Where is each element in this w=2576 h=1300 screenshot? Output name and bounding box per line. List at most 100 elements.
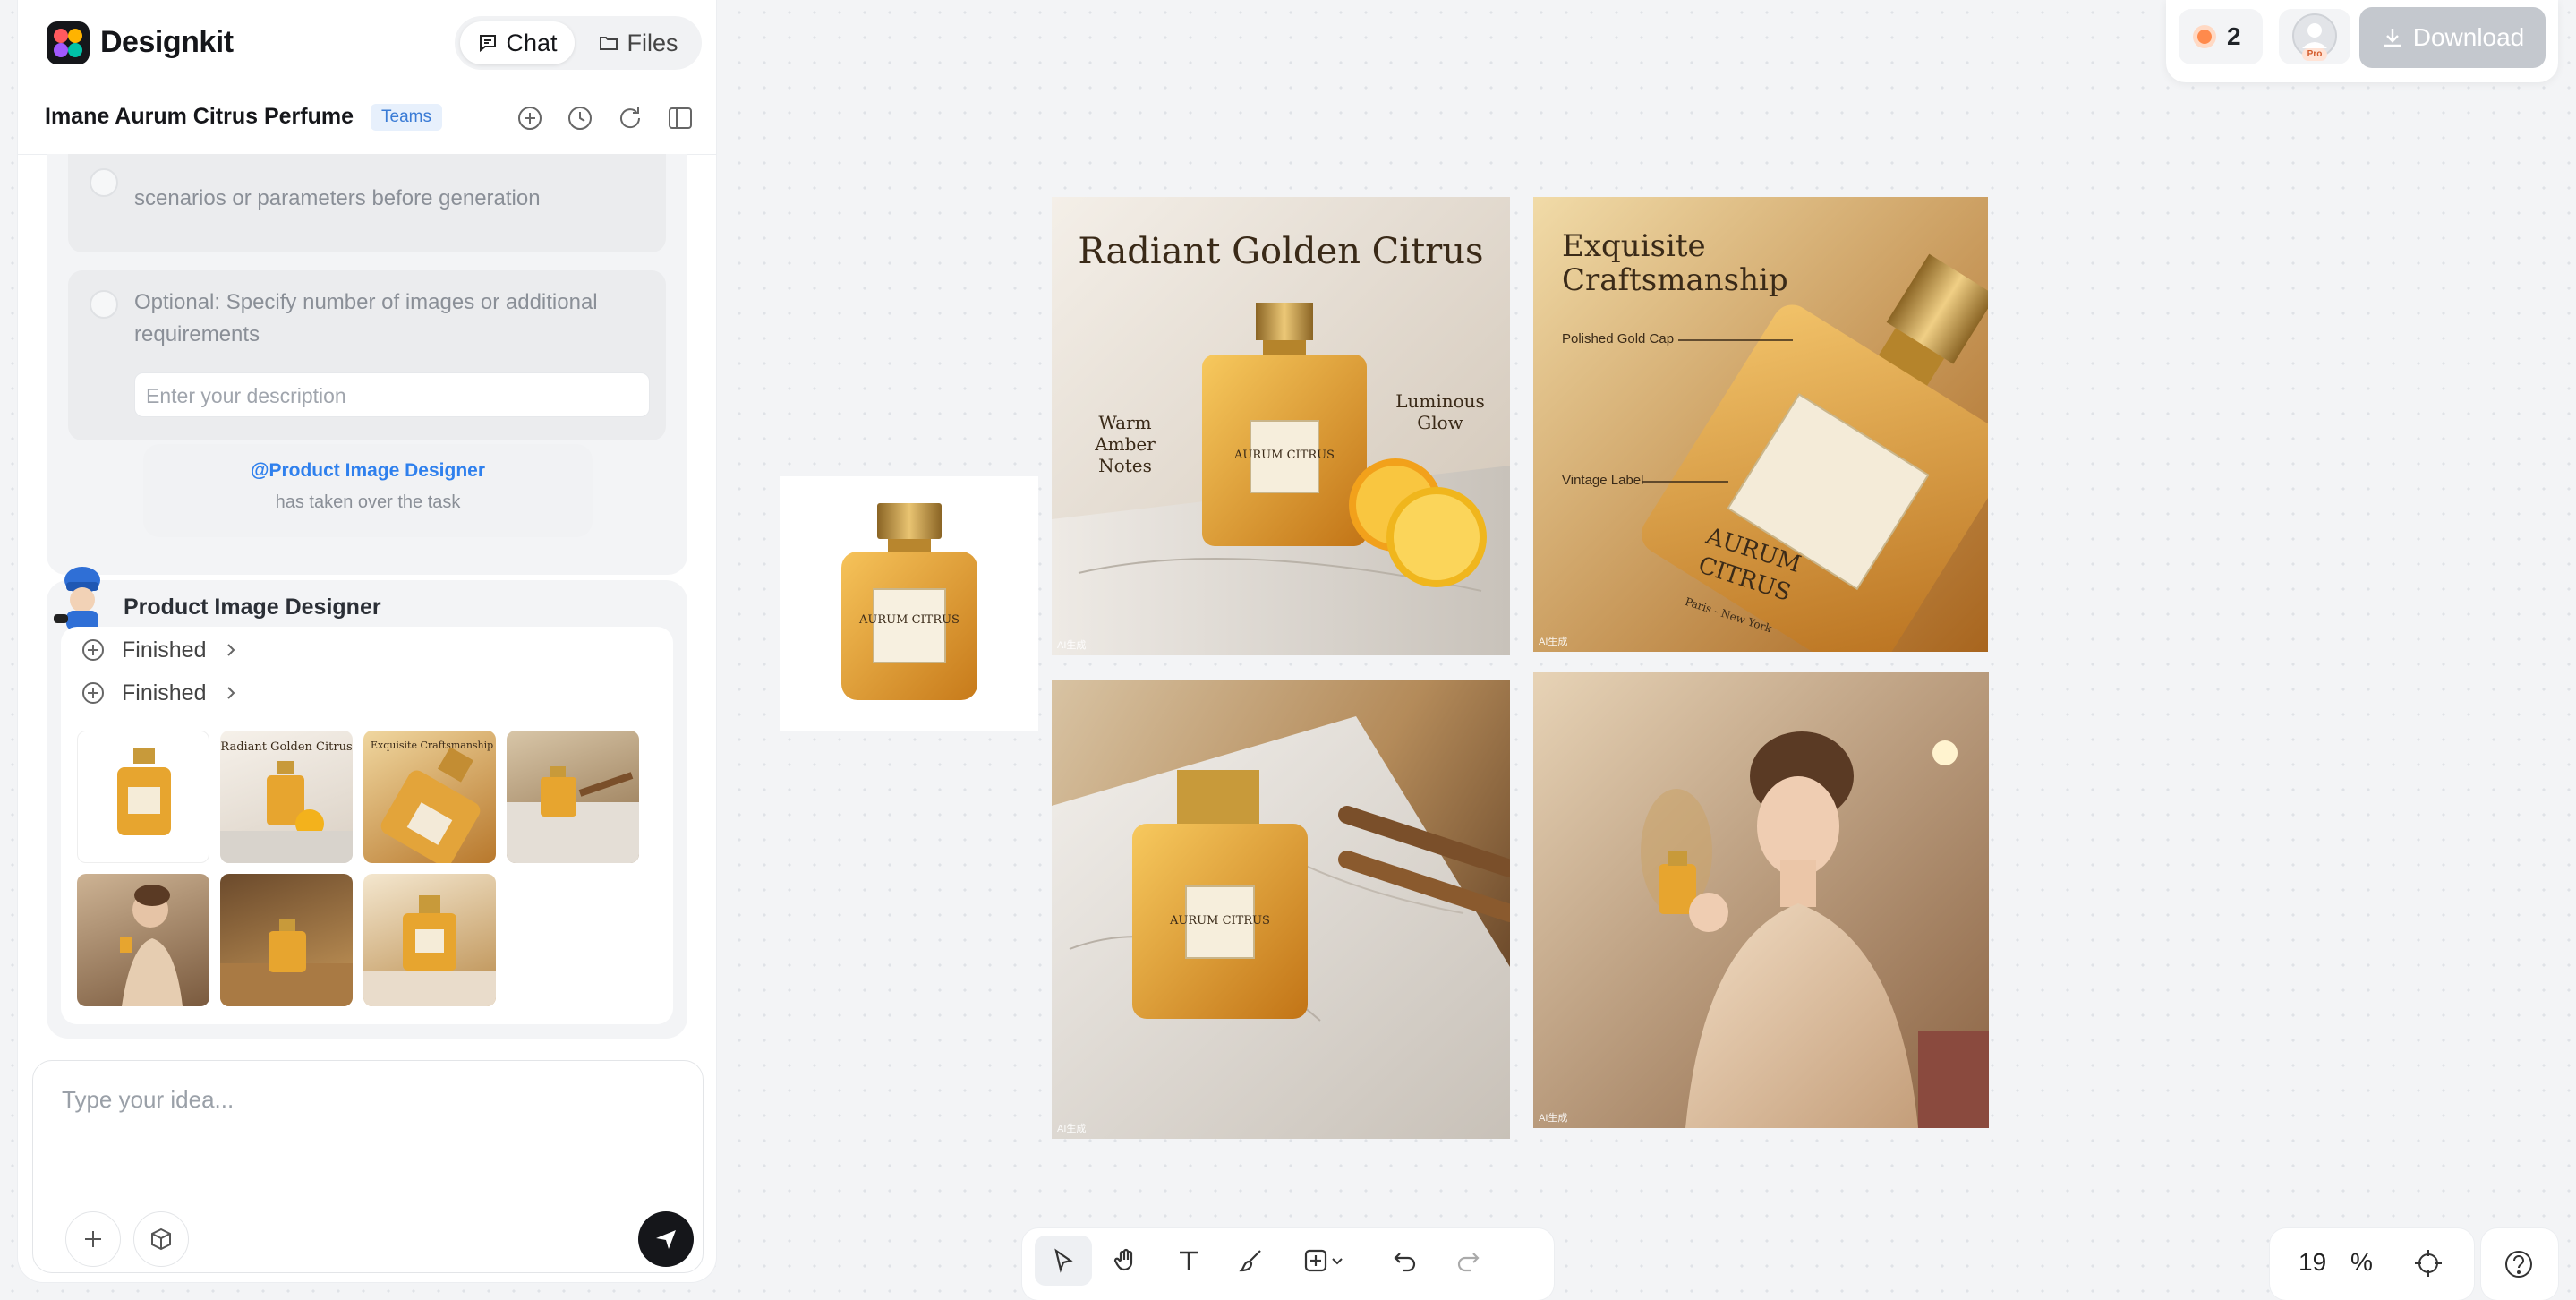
bottle-label-text: AURUM CITRUS	[1169, 914, 1270, 928]
chat-messages[interactable]: scenarios or parameters before generatio…	[18, 154, 716, 1053]
option-radio[interactable]	[90, 290, 118, 319]
collapse-panel-icon[interactable]	[664, 102, 696, 134]
image-annotation: Luminous Glow	[1395, 390, 1485, 433]
result-thumbnail[interactable]: Exquisite Craftsmanship	[363, 731, 496, 863]
option-text: Optional: Specify number of images or ad…	[134, 290, 598, 346]
chat-panel: Designkit Chat Files Imane Aurum Citrus …	[18, 0, 716, 1282]
source-product-image[interactable]: AURUM CITRUS	[780, 476, 1038, 731]
send-icon	[656, 1230, 676, 1249]
step-label: Finished	[122, 680, 207, 706]
agent-message: Product Image Designer Finished Finished	[47, 567, 687, 1039]
step-finished[interactable]: Finished	[81, 632, 239, 668]
project-title: Imane Aurum Citrus Perfume	[45, 104, 354, 129]
pan-tool[interactable]	[1097, 1236, 1155, 1286]
help-button[interactable]	[2481, 1228, 2558, 1300]
add-frame-icon	[1304, 1249, 1327, 1272]
agent-name: Product Image Designer	[124, 594, 381, 620]
generated-image-model[interactable]: AI生成	[1533, 672, 1989, 1128]
project-bar: Imane Aurum Citrus Perfume Teams	[18, 86, 716, 155]
takeover-notice: @Product Image Designer has taken over t…	[143, 444, 593, 537]
option-text: scenarios or parameters before generatio…	[134, 186, 541, 210]
bottle-label-text: AURUM CITRUS	[1233, 449, 1335, 462]
option-item-count[interactable]: Optional: Specify number of images or ad…	[68, 270, 666, 440]
chevron-right-icon	[226, 687, 235, 699]
panel-header: Designkit Chat Files	[18, 0, 716, 86]
pointer-icon	[1054, 1248, 1073, 1273]
step-status-icon	[82, 639, 104, 661]
plus-icon	[85, 1231, 101, 1247]
svg-text:Radiant Golden Citrus: Radiant Golden Citrus	[220, 740, 352, 754]
user-avatar-button[interactable]: Pro	[2279, 9, 2350, 64]
model-select-button[interactable]	[133, 1211, 189, 1267]
step-finished[interactable]: Finished	[81, 675, 239, 711]
result-thumbnail[interactable]	[363, 874, 496, 1006]
fit-to-screen-button[interactable]	[2413, 1248, 2444, 1283]
crosshair-icon	[2415, 1250, 2442, 1277]
text-icon	[1180, 1251, 1198, 1270]
cube-icon	[151, 1227, 171, 1251]
redo-button[interactable]	[1439, 1236, 1497, 1286]
step-status-icon	[82, 682, 104, 704]
insert-tool-menu[interactable]	[1285, 1236, 1361, 1286]
image-annotation: Warm Amber Notes	[1095, 412, 1156, 476]
credits-value: 2	[2227, 22, 2241, 50]
option-radio[interactable]	[90, 168, 118, 197]
generated-image-craftsmanship[interactable]: Exquisite Craftsmanship Polished Gold Ca…	[1533, 197, 1988, 652]
tab-files[interactable]: Files	[580, 21, 696, 64]
chevron-down-icon	[1332, 1258, 1343, 1265]
select-tool[interactable]	[1035, 1236, 1092, 1286]
chevron-right-icon	[226, 644, 235, 656]
credits-counter[interactable]: 2	[2179, 9, 2263, 64]
download-icon	[2384, 29, 2401, 47]
idea-input[interactable]: Type your idea...	[62, 1086, 234, 1114]
generated-image-marble[interactable]: AURUM CITRUS AI生成	[1052, 680, 1510, 1139]
undo-icon	[1394, 1253, 1416, 1272]
view-switcher: Chat Files	[455, 16, 702, 70]
chat-composer[interactable]: Type your idea...	[32, 1060, 704, 1273]
designkit-logo[interactable]	[47, 21, 90, 64]
tab-files-label: Files	[627, 29, 678, 56]
zoom-control: 19 %	[2270, 1228, 2474, 1300]
pro-badge: Pro	[2302, 48, 2327, 61]
text-tool[interactable]	[1160, 1236, 1217, 1286]
zoom-unit: %	[2350, 1248, 2373, 1276]
ai-watermark: AI生成	[1539, 1113, 1568, 1124]
generated-image-radiant-citrus[interactable]: AURUM CITRUS Radiant Golden Citrus Warm …	[1052, 197, 1510, 655]
send-button[interactable]	[638, 1211, 694, 1267]
callout-label: Vintage Label	[1562, 473, 1644, 488]
option-item[interactable]: scenarios or parameters before generatio…	[68, 154, 666, 252]
undo-button[interactable]	[1377, 1236, 1434, 1286]
refresh-icon[interactable]	[614, 102, 646, 134]
app-name: Designkit	[100, 25, 234, 59]
agent-results: Finished Finished Radiant Golden Citrus …	[61, 627, 673, 1024]
chat-icon	[480, 35, 497, 53]
teams-badge: Teams	[371, 104, 442, 131]
result-thumbnail[interactable]	[77, 731, 209, 863]
zoom-value[interactable]: 19	[2299, 1248, 2326, 1277]
download-button[interactable]: Download	[2359, 7, 2546, 68]
image-title: Exquisite Craftsmanship	[1562, 228, 1788, 298]
credit-coin-icon	[2193, 25, 2216, 48]
result-thumbnail[interactable]	[77, 874, 209, 1006]
help-icon	[2505, 1251, 2532, 1278]
svg-text:Exquisite Craftsmanship: Exquisite Craftsmanship	[371, 740, 493, 751]
hand-icon	[1113, 1248, 1133, 1271]
result-thumbnail[interactable]	[220, 874, 353, 1006]
brush-icon	[1239, 1250, 1261, 1272]
result-thumbnail[interactable]	[507, 731, 639, 863]
takeover-text: has taken over the task	[275, 492, 461, 512]
history-icon[interactable]	[564, 102, 596, 134]
folder-icon	[600, 37, 618, 50]
ai-watermark: AI生成	[1539, 637, 1568, 647]
add-attachment-button[interactable]	[65, 1211, 121, 1267]
canvas-toolbar	[1022, 1228, 1554, 1300]
redo-icon	[1457, 1253, 1480, 1272]
agent-mention[interactable]: @Product Image Designer	[143, 460, 593, 482]
description-input[interactable]: Enter your description	[134, 372, 650, 417]
image-title: Radiant Golden Citrus	[1078, 231, 1484, 272]
tab-chat[interactable]: Chat	[460, 21, 575, 64]
result-thumbnail[interactable]: Radiant Golden Citrus	[220, 731, 353, 863]
brush-tool[interactable]	[1223, 1236, 1280, 1286]
ai-watermark: AI生成	[1057, 640, 1087, 651]
new-chat-icon[interactable]	[514, 102, 546, 134]
